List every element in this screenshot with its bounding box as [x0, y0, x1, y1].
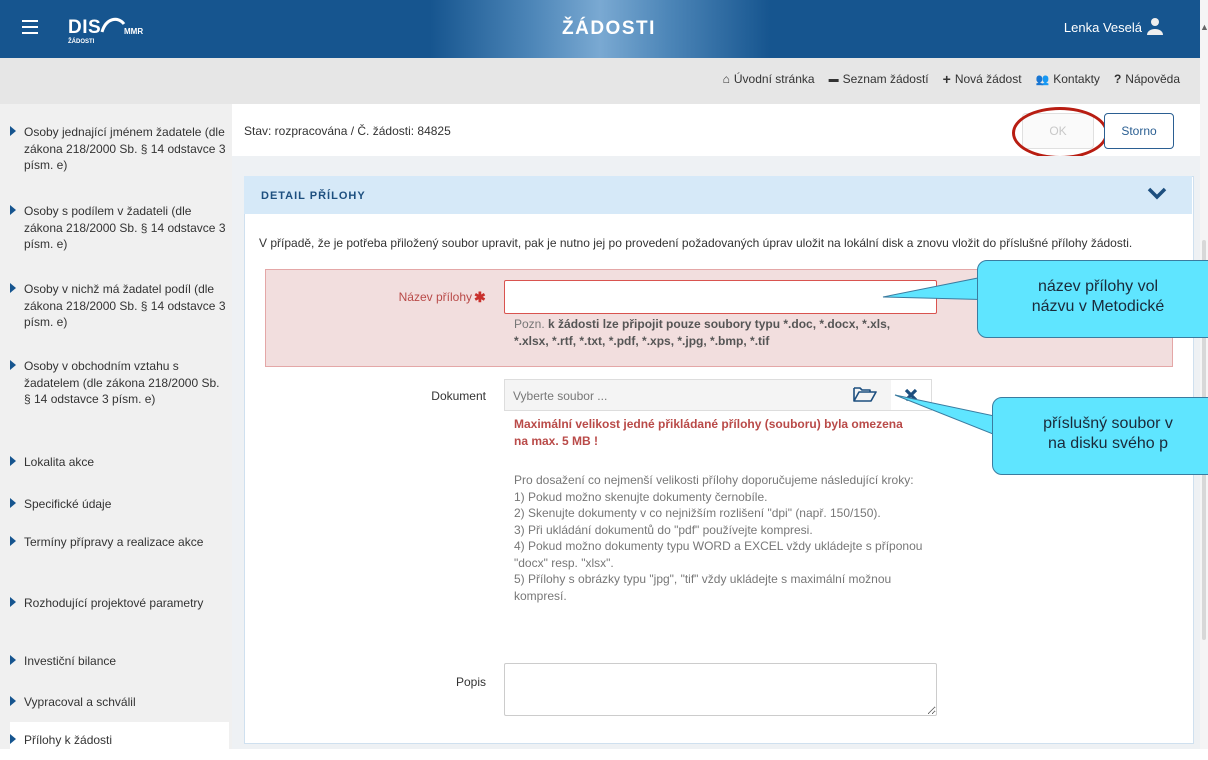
callout-pointers: [882, 275, 1009, 441]
callout-line: název přílohy vol: [1037, 278, 1159, 295]
callout-file-hint: příslušný soubor v na disku svého p: [992, 397, 1208, 475]
callout-line: příslušný soubor v: [1043, 415, 1173, 432]
callout-name-hint: název přílohy vol názvu v Metodické: [977, 260, 1208, 338]
callout-line: názvu v Metodické: [1031, 298, 1165, 315]
scroll-up-arrow-icon[interactable]: ▲: [1200, 22, 1208, 32]
callout-line: na disku svého p: [1047, 435, 1169, 452]
